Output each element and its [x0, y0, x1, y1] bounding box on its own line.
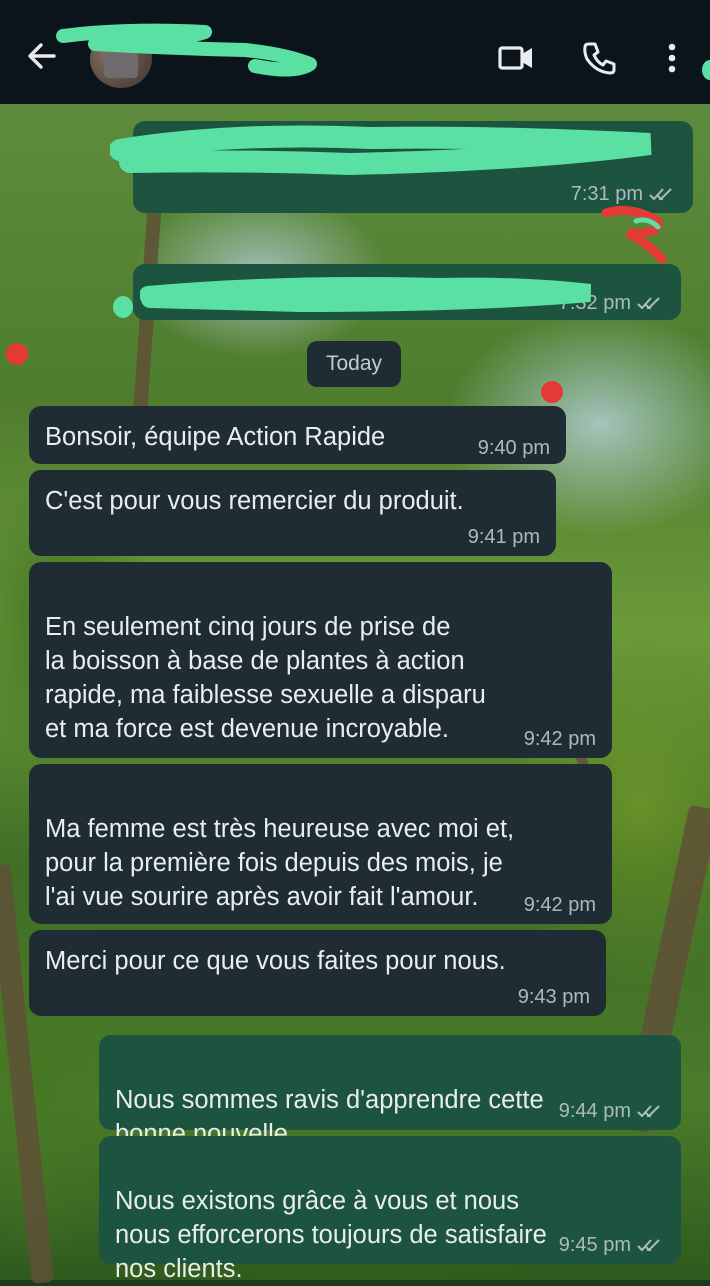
- message-bubble-incoming[interactable]: En seulement cinq jours de prise de la b…: [29, 562, 612, 758]
- message-time: 7:31 pm: [570, 183, 643, 205]
- message-time: 9:43 pm: [517, 986, 590, 1008]
- message-bubble-outgoing[interactable]: 7:31 pm: [133, 121, 693, 213]
- message-time: 9:41 pm: [467, 526, 540, 548]
- message-text: Merci pour ce que vous faites pour nous.: [45, 947, 506, 975]
- scribble-mark: [541, 381, 563, 403]
- message-meta: 9:40 pm: [478, 437, 550, 459]
- message-meta: 7:32 pm: [559, 292, 665, 314]
- message-time: 7:32 pm: [558, 292, 631, 314]
- scribble-mark: [113, 296, 133, 318]
- scribble-mark: [6, 343, 28, 365]
- message-meta: 9:42 pm: [524, 728, 596, 750]
- message-meta: 9:45 pm: [559, 1234, 665, 1256]
- date-separator: Today: [307, 341, 401, 387]
- message-time: 9:42 pm: [523, 728, 596, 750]
- message-meta: 7:31 pm: [571, 183, 677, 205]
- message-meta: 9:41 pm: [468, 526, 540, 548]
- more-vertical-icon[interactable]: [652, 38, 692, 78]
- message-time: 9:44 pm: [558, 1100, 631, 1122]
- message-bubble-incoming[interactable]: Merci pour ce que vous faites pour nous.…: [29, 930, 606, 1016]
- read-ticks-icon: [649, 188, 672, 201]
- message-bubble-outgoing[interactable]: Nous existons grâce à vous et nous nous …: [99, 1136, 681, 1283]
- message-time: 9:40 pm: [477, 437, 550, 459]
- video-camera-icon[interactable]: [496, 38, 536, 78]
- message-time: 9:42 pm: [523, 894, 596, 916]
- message-meta: 9:42 pm: [524, 894, 596, 916]
- message-bubble-incoming[interactable]: Bonsoir, équipe Action Rapide 9:40 pm: [29, 406, 566, 464]
- message-meta: 9:44 pm: [559, 1100, 665, 1122]
- message-meta: 9:43 pm: [518, 986, 590, 1008]
- message-bubble-outgoing[interactable]: 7:32 pm: [133, 264, 681, 320]
- message-time: 9:45 pm: [558, 1234, 631, 1256]
- name-redaction-scribble: [56, 23, 317, 77]
- read-ticks-icon: [637, 1105, 660, 1118]
- read-ticks-icon: [637, 297, 660, 310]
- message-text: Ma femme est très heureuse avec moi et, …: [45, 815, 515, 911]
- scribble-mark: [702, 60, 710, 80]
- message-bubble-incoming[interactable]: C'est pour vous remercier du produit. 9:…: [29, 470, 556, 556]
- message-text: En seulement cinq jours de prise de la b…: [45, 613, 486, 743]
- message-bubble-incoming[interactable]: Ma femme est très heureuse avec moi et, …: [29, 764, 612, 924]
- message-text: C'est pour vous remercier du produit.: [45, 487, 464, 515]
- chat-header: [0, 0, 710, 104]
- tree-trunk: [0, 864, 54, 1284]
- message-text: Bonsoir, équipe Action Rapide: [45, 423, 386, 451]
- read-ticks-icon: [637, 1239, 660, 1252]
- phone-icon[interactable]: [580, 38, 620, 78]
- message-bubble-outgoing[interactable]: Nous sommes ravis d'apprendre cette bonn…: [99, 1035, 681, 1148]
